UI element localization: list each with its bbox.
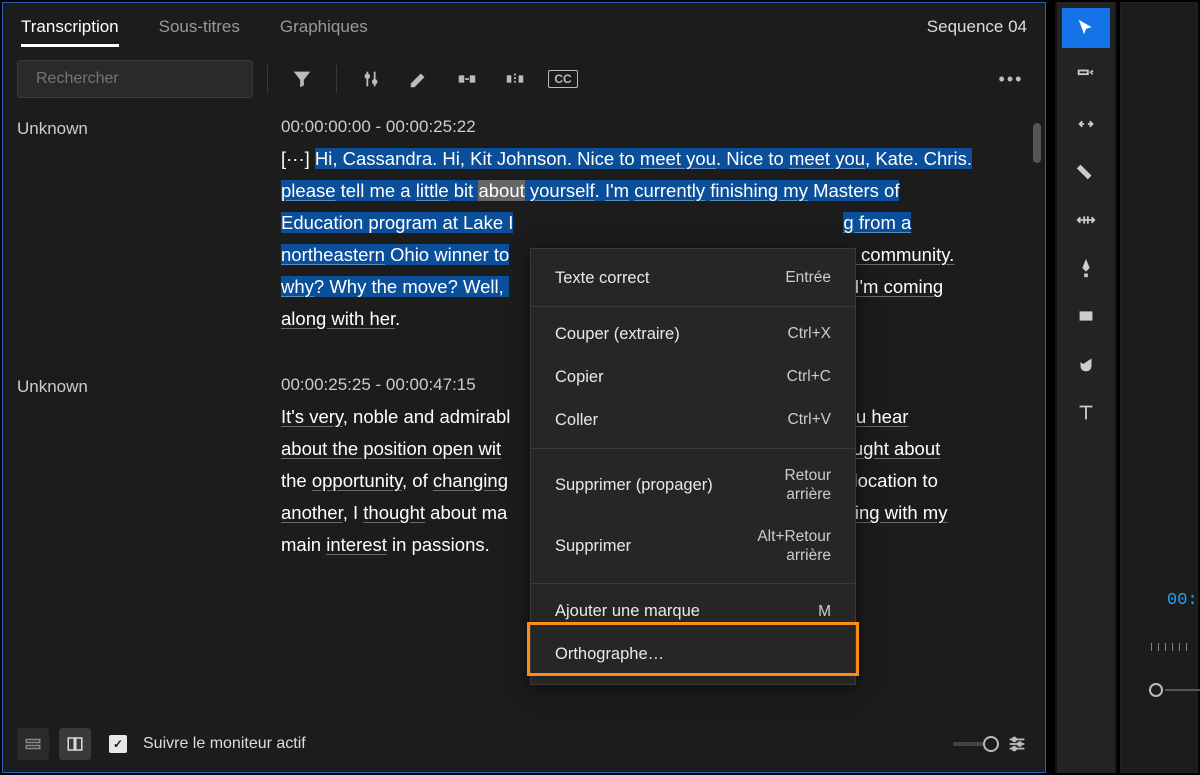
follow-monitor-checkbox[interactable]: ✓ [109, 735, 127, 753]
text-panel: Transcription Sous-titres Graphiques Seq… [2, 2, 1046, 773]
menu-correct-text[interactable]: Texte correct Entrée [531, 257, 855, 300]
view-mode-2-icon[interactable] [59, 728, 91, 760]
tools-panel [1055, 2, 1117, 773]
transcript-segment: Unknown 00:00:25:25 - 00:00:47:15 It's v… [17, 375, 1031, 561]
menu-paste[interactable]: Coller Ctrl+V [531, 399, 855, 442]
view-mode-1-icon[interactable] [17, 728, 49, 760]
menu-separator [531, 583, 855, 584]
pen-tool-icon[interactable] [1062, 248, 1110, 288]
separator [267, 65, 268, 93]
transcript-segment: Unknown 00:00:00:00 - 00:00:25:22 [···] … [17, 117, 1031, 335]
program-monitor-edge: 00: [1120, 2, 1198, 773]
menu-cut[interactable]: Couper (extraire) Ctrl+X [531, 313, 855, 356]
context-menu: Texte correct Entrée Couper (extraire) C… [530, 248, 856, 685]
panel-footer: ✓ Suivre le moniteur actif [3, 716, 1045, 772]
search-box[interactable] [17, 60, 253, 98]
menu-spelling[interactable]: Orthographe… [531, 633, 855, 676]
highlighted-word: about [478, 180, 524, 201]
slip-tool-icon[interactable] [1062, 200, 1110, 240]
menu-separator [531, 306, 855, 307]
transcript-toolbar: CC ••• [3, 51, 1045, 107]
menu-delete-ripple[interactable]: Supprimer (propager) Retour arrière [531, 455, 855, 516]
transcript-list: Unknown 00:00:00:00 - 00:00:25:22 [···] … [3, 107, 1045, 687]
speaker-label[interactable]: Unknown [17, 375, 281, 561]
rectangle-tool-icon[interactable] [1062, 296, 1110, 336]
menu-delete[interactable]: Supprimer Alt+Retour arrière [531, 516, 855, 577]
playhead-track[interactable] [1165, 689, 1200, 691]
timecode-display[interactable]: 00: [1167, 591, 1198, 610]
tab-graphics[interactable]: Graphiques [280, 7, 368, 47]
tab-subtitles[interactable]: Sous-titres [159, 7, 240, 47]
playhead-icon[interactable] [1149, 683, 1163, 697]
panel-tabs: Transcription Sous-titres Graphiques Seq… [3, 3, 1045, 51]
track-select-icon[interactable] [1062, 56, 1110, 96]
sliders-icon[interactable] [351, 59, 391, 99]
split-icon[interactable] [495, 59, 535, 99]
razor-tool-icon[interactable] [1062, 152, 1110, 192]
zoom-handle[interactable] [983, 736, 999, 752]
pencil-icon[interactable] [399, 59, 439, 99]
zoom-slider[interactable] [953, 742, 993, 746]
menu-separator [531, 448, 855, 449]
scrollbar[interactable] [1033, 123, 1041, 163]
search-input[interactable] [36, 70, 242, 88]
filter-icon[interactable] [282, 59, 322, 99]
follow-monitor-label: Suivre le moniteur actif [143, 735, 306, 753]
settings-icon[interactable] [1003, 724, 1031, 764]
tab-transcription[interactable]: Transcription [21, 7, 119, 47]
menu-copy[interactable]: Copier Ctrl+C [531, 356, 855, 399]
type-tool-icon[interactable] [1062, 392, 1110, 432]
cc-icon[interactable]: CC [543, 59, 583, 99]
menu-add-marker[interactable]: Ajouter une marque M [531, 590, 855, 633]
selection-tool-icon[interactable] [1062, 8, 1110, 48]
sequence-label: Sequence 04 [927, 17, 1027, 37]
merge-icon[interactable] [447, 59, 487, 99]
time-ruler [1151, 643, 1187, 651]
more-icon[interactable]: ••• [991, 59, 1031, 99]
segment-timecode: 00:00:00:00 - 00:00:25:22 [281, 117, 991, 137]
ripple-edit-icon[interactable] [1062, 104, 1110, 144]
separator [336, 65, 337, 93]
hand-tool-icon[interactable] [1062, 344, 1110, 384]
speaker-label[interactable]: Unknown [17, 117, 281, 335]
